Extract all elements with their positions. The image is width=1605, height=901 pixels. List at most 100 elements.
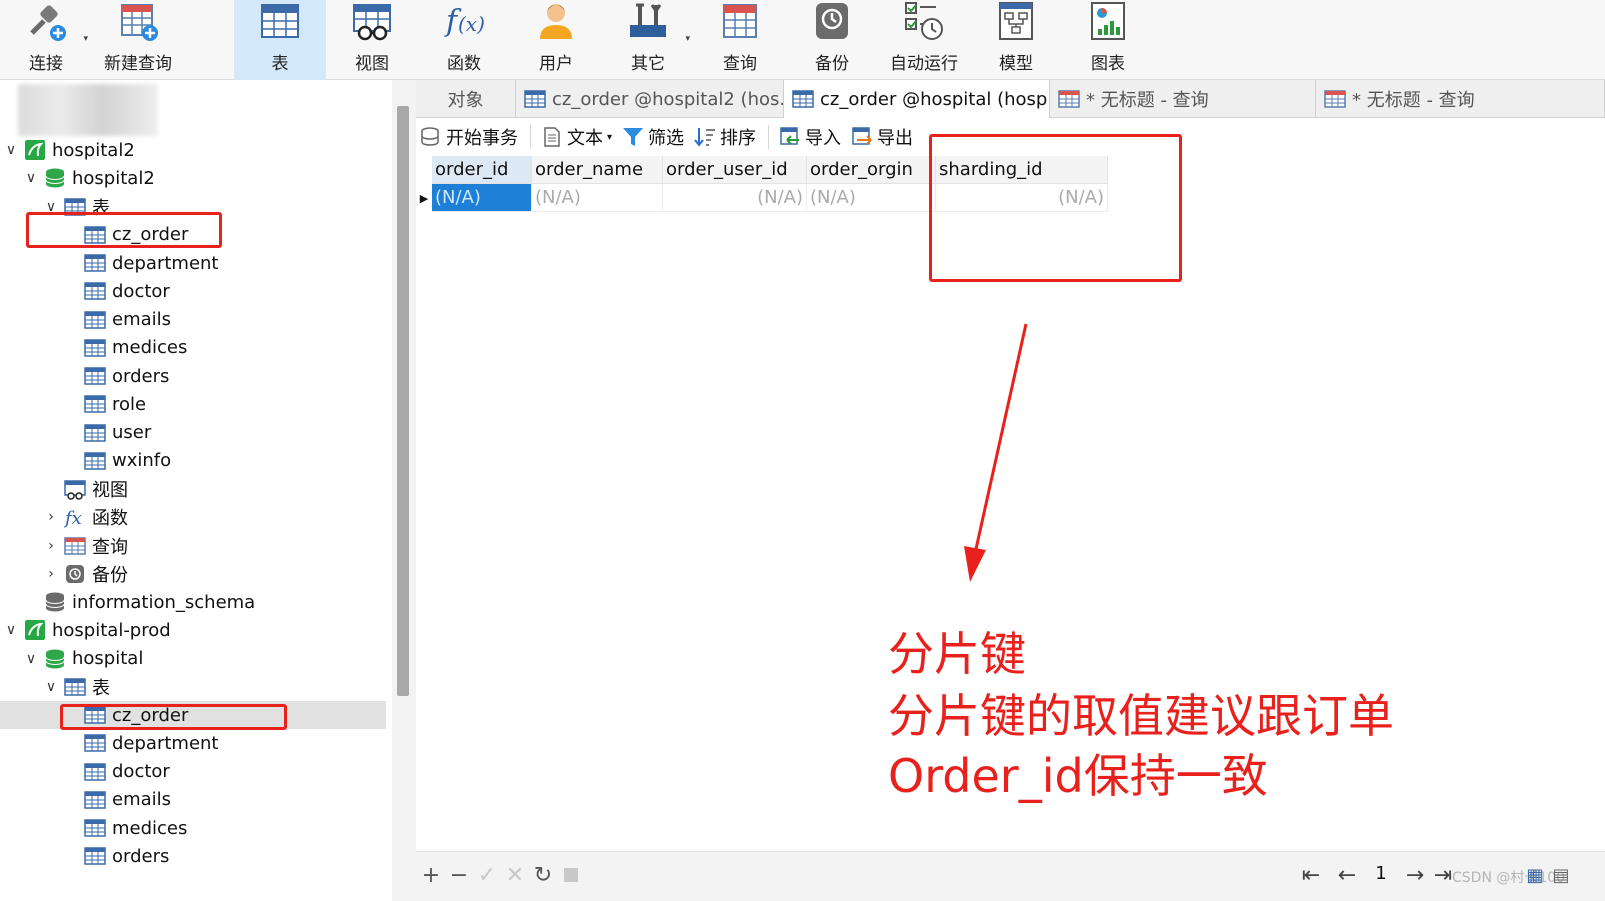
scrollbar-thumb[interactable] (397, 106, 409, 696)
chevron-down-icon[interactable]: ∨ (4, 142, 18, 158)
column-header-order-user-id[interactable]: order_user_id (663, 156, 807, 184)
import-label: 导入 (805, 128, 842, 149)
new-query-button[interactable]: 新建查询 (92, 0, 184, 80)
sort-button[interactable]: 排序 (694, 124, 756, 150)
tree-table-orders[interactable]: orders (0, 362, 386, 390)
refresh-icon[interactable]: ↻ (532, 863, 554, 888)
form-view-icon[interactable]: ▤ (1550, 864, 1572, 886)
view-button[interactable]: 视图 (326, 0, 418, 80)
tree-connection-hospital-prod[interactable]: ∨ hospital-prod (0, 616, 386, 644)
export-button[interactable]: 导出 (851, 124, 913, 150)
cell-order-name[interactable]: (N/A) (532, 184, 663, 212)
tab-untitled-query-2[interactable]: * 无标题 - 查询 (1316, 80, 1605, 118)
chevron-right-icon[interactable]: › (44, 509, 58, 525)
tree-table-doctor[interactable]: doctor (0, 758, 386, 786)
table-button[interactable]: 表 (234, 0, 326, 80)
dropdown-arrow-icon[interactable]: ▾ (685, 34, 690, 44)
text-button[interactable]: 文本 ▾ (541, 124, 612, 150)
last-page-icon[interactable]: ⇥ (1432, 863, 1454, 888)
function-button[interactable]: f (x) 函数 (418, 0, 510, 80)
chevron-right-icon[interactable]: › (44, 566, 58, 582)
user-button[interactable]: 用户 (510, 0, 602, 80)
delete-record-icon[interactable]: − (448, 863, 470, 888)
discard-icon[interactable]: ✕ (504, 863, 526, 888)
tree-database-hospital[interactable]: ∨ hospital (0, 645, 386, 673)
tree-database-information-schema[interactable]: information_schema (0, 588, 386, 616)
backup-button[interactable]: 备份 (786, 0, 878, 80)
tree-connection-hospital2[interactable]: ∨ hospital2 (0, 136, 386, 164)
next-page-icon[interactable]: → (1404, 863, 1426, 888)
grid-view-icon[interactable]: ▦ (1524, 864, 1546, 886)
dropdown-arrow-icon[interactable]: ▾ (83, 34, 88, 44)
tab-cz-order-hospital2[interactable]: cz_order @hospital2 (hos... (516, 80, 784, 118)
stop-icon[interactable] (560, 864, 582, 886)
tree-functions-folder[interactable]: › fx 函数 (0, 503, 386, 531)
tree-table-doctor[interactable]: doctor (0, 277, 386, 305)
tree-table-medices[interactable]: medices (0, 814, 386, 842)
tree-table-emails[interactable]: emails (0, 786, 386, 814)
view-icon (64, 478, 86, 500)
chevron-down-icon[interactable]: ∨ (4, 622, 18, 638)
tab-cz-order-hospital[interactable]: cz_order @hospital (hosp... (784, 80, 1050, 118)
add-record-icon[interactable]: + (420, 863, 442, 888)
column-header-order-id[interactable]: order_id (432, 156, 532, 184)
filter-button[interactable]: 筛选 (622, 124, 684, 150)
chevron-down-icon[interactable]: ∨ (44, 679, 58, 695)
tree-table-wxinfo[interactable]: wxinfo (0, 447, 386, 475)
user-icon (534, 0, 578, 43)
tree-table-user[interactable]: user (0, 419, 386, 447)
model-button[interactable]: 模型 (970, 0, 1062, 80)
database-icon (44, 591, 66, 613)
tree-item-label: emails (112, 789, 172, 811)
column-header-order-orgin[interactable]: order_orgin (807, 156, 936, 184)
export-icon (851, 126, 873, 148)
tree-backups-folder[interactable]: › 备份 (0, 560, 386, 588)
tab-untitled-query-1[interactable]: * 无标题 - 查询 (1050, 80, 1316, 118)
text-label: 文本 (567, 128, 603, 149)
import-icon (779, 126, 801, 148)
previous-page-icon[interactable]: ← (1336, 863, 1358, 888)
cell-order-orgin[interactable]: (N/A) (807, 184, 936, 212)
chevron-right-icon[interactable]: › (44, 538, 58, 554)
cell-order-id[interactable]: (N/A) (432, 184, 532, 212)
apply-icon[interactable]: ✓ (476, 863, 498, 888)
chart-button[interactable]: 图表 (1062, 0, 1154, 80)
connect-button[interactable]: 连接 ▾ (0, 0, 92, 80)
first-page-icon[interactable]: ⇤ (1300, 863, 1322, 888)
chevron-down-icon[interactable]: ∨ (24, 170, 38, 186)
tree-table-department[interactable]: department (0, 729, 386, 757)
tree-tables-folder[interactable]: ∨ 表 (0, 673, 386, 701)
auto-run-button[interactable]: 自动运行 (878, 0, 970, 80)
tree-item-label: orders (112, 365, 170, 387)
schedule-icon (902, 0, 946, 43)
begin-transaction-button[interactable]: 开始事务 (420, 124, 518, 150)
other-button[interactable]: 其它 ▾ (602, 0, 694, 80)
table-icon (258, 0, 302, 43)
tree-queries-folder[interactable]: › 查询 (0, 532, 386, 560)
new-query-icon (116, 0, 160, 43)
dropdown-arrow-icon[interactable]: ▾ (607, 132, 612, 143)
status-bar: + − ✓ ✕ ↻ ⇤ ← 1 → ⇥ CSDN @村长100 ▦ ▤ (416, 851, 1605, 901)
query-button[interactable]: 查询 (694, 0, 786, 80)
column-header-order-name[interactable]: order_name (532, 156, 663, 184)
page-number[interactable]: 1 (1366, 860, 1396, 888)
chevron-down-icon[interactable]: ∨ (24, 651, 38, 667)
import-button[interactable]: 导入 (779, 124, 841, 150)
tree-table-emails[interactable]: emails (0, 306, 386, 334)
tree-table-orders[interactable]: orders (0, 842, 386, 870)
tree-item-label: role (112, 393, 147, 415)
tree-table-role[interactable]: role (0, 390, 386, 418)
tree-database-hospital2[interactable]: ∨ hospital2 (0, 164, 386, 192)
annotation-line-2: 分片键的取值建议跟订单 (888, 689, 1394, 743)
sidebar-scrollbar[interactable] (392, 80, 416, 901)
tree-table-medices[interactable]: medices (0, 334, 386, 362)
tree-table-department[interactable]: department (0, 249, 386, 277)
watermark-text: CSDN @村长100 (1452, 870, 1566, 886)
tab-objects[interactable]: 对象 (416, 80, 516, 118)
table-icon (84, 309, 106, 331)
tree-item-label: doctor (112, 761, 170, 782)
tree-views-folder[interactable]: 视图 (0, 475, 386, 503)
cell-order-user-id[interactable]: (N/A) (663, 184, 807, 212)
tools-icon (626, 0, 670, 43)
svg-text:(x): (x) (458, 12, 485, 36)
